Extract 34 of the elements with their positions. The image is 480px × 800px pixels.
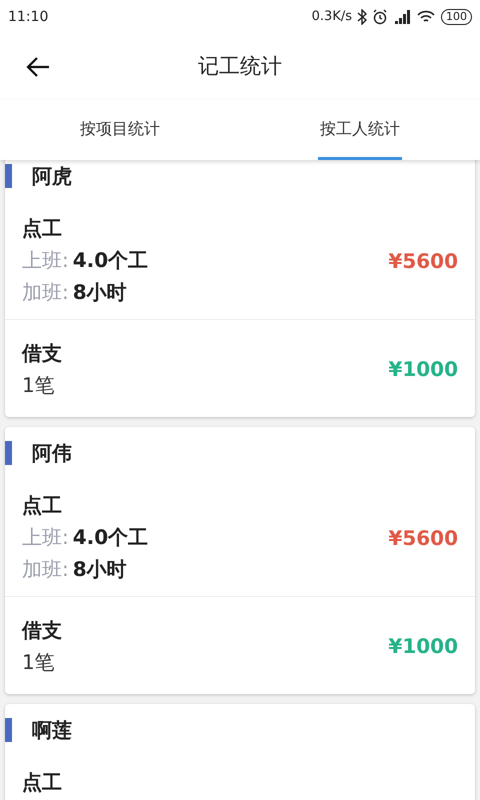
entry-title: 点工 (22, 492, 63, 519)
status-time: 11:10 (8, 8, 48, 26)
battery-indicator: 100 (441, 9, 472, 25)
line-value: 8小时 (72, 279, 127, 306)
amount: ¥5600 (388, 524, 458, 552)
signal-icon (393, 9, 411, 25)
tab[interactable]: 按项目统计 (78, 100, 162, 160)
alarm-icon (372, 9, 388, 25)
entry-title: 点工 (22, 215, 63, 242)
bluetooth-icon (357, 9, 367, 25)
amount: ¥5600 (388, 248, 458, 274)
entry-title: 点工 (22, 769, 62, 796)
amount: ¥1000 (388, 632, 458, 660)
accent-bar (5, 164, 12, 188)
line-value: 8小时 (72, 556, 127, 583)
worker-name: 阿虎 (32, 163, 72, 190)
line-value: 4.0个工 (72, 247, 148, 274)
line-value: 4.0个工 (72, 524, 148, 551)
line-label: 加班: (22, 279, 69, 306)
worker-name: 啊莲 (32, 717, 72, 744)
page-title: 记工统计 (198, 53, 282, 80)
network-speed: 0.3K/s (312, 8, 352, 26)
line-label: 上班: (22, 247, 69, 274)
accent-bar (5, 441, 12, 465)
entry-count: 1笔 (22, 372, 56, 398)
entry-count: 1笔 (22, 648, 56, 676)
amount: ¥1000 (388, 356, 458, 382)
accent-bar (5, 718, 12, 742)
line-label: 上班: (22, 524, 69, 551)
back-arrow-icon (26, 57, 50, 77)
worker-name: 阿伟 (32, 440, 72, 467)
entry-title: 借支 (22, 340, 62, 366)
line-label: 加班: (22, 556, 69, 583)
entry-title: 借支 (22, 616, 62, 644)
